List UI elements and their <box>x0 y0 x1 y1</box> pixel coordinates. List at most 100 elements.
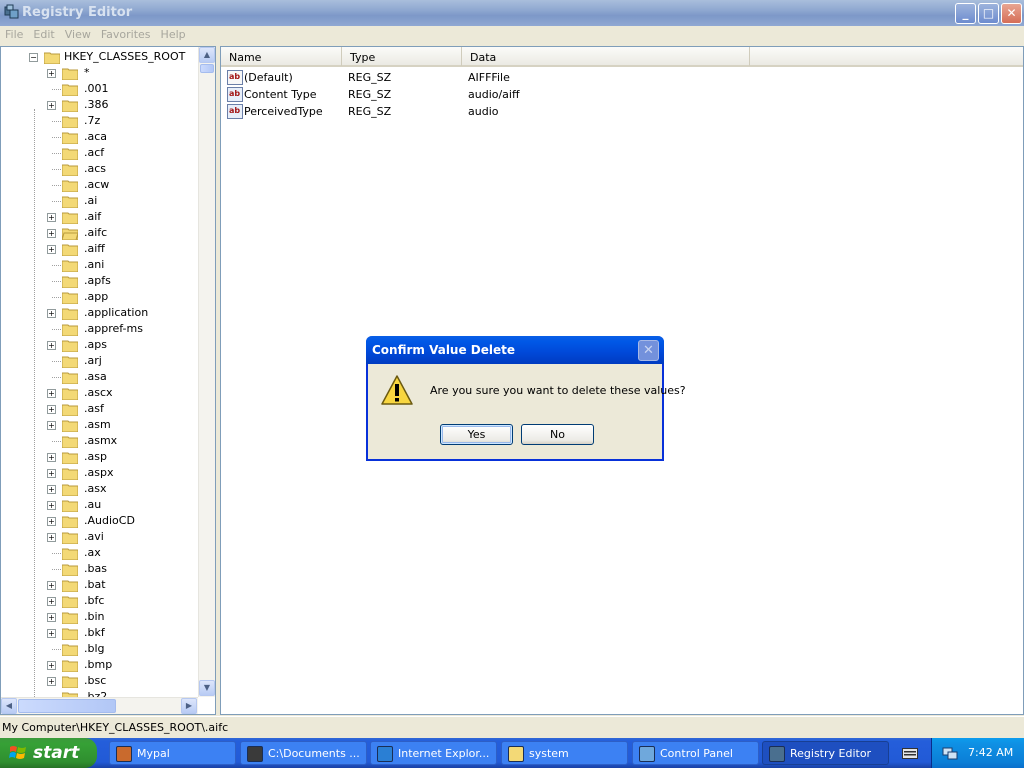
expand-icon[interactable]: + <box>47 629 56 638</box>
hscroll-thumb[interactable] <box>18 699 116 713</box>
start-button[interactable]: start <box>0 738 97 768</box>
expand-icon[interactable]: + <box>47 469 56 478</box>
taskbar-button[interactable]: Mypal <box>109 741 236 765</box>
tree-item[interactable]: + .asx <box>1 481 198 497</box>
tree-item[interactable]: .ani <box>1 257 198 273</box>
collapse-icon[interactable]: − <box>29 53 38 62</box>
tree-item[interactable]: + .asp <box>1 449 198 465</box>
expand-icon[interactable]: + <box>47 341 56 350</box>
tree-item[interactable]: .bas <box>1 561 198 577</box>
tree-item[interactable]: .7z <box>1 113 198 129</box>
tree-item[interactable]: + .bsc <box>1 673 198 689</box>
tree-item[interactable]: + .au <box>1 497 198 513</box>
column-header-data[interactable]: Data <box>462 47 750 66</box>
tree-item[interactable]: .app <box>1 289 198 305</box>
close-button[interactable]: ✕ <box>1001 3 1022 24</box>
tree-item[interactable]: + .aif <box>1 209 198 225</box>
scroll-up-icon[interactable]: ▲ <box>199 47 215 63</box>
expand-icon[interactable]: + <box>47 597 56 606</box>
tree-item[interactable]: + .bfc <box>1 593 198 609</box>
tree-item[interactable]: + * <box>1 65 198 81</box>
tree-item[interactable]: + .asf <box>1 401 198 417</box>
tree-item[interactable]: .bz2 <box>1 689 198 697</box>
tree-item[interactable]: .ax <box>1 545 198 561</box>
menu-edit[interactable]: Edit <box>28 26 59 41</box>
scroll-left-icon[interactable]: ◀ <box>1 698 17 714</box>
tree-item[interactable]: + .aiff <box>1 241 198 257</box>
expand-icon[interactable]: + <box>47 581 56 590</box>
menu-file[interactable]: File <box>0 26 28 41</box>
expand-icon[interactable]: + <box>47 405 56 414</box>
tree-item[interactable]: + .AudioCD <box>1 513 198 529</box>
scroll-down-icon[interactable]: ▼ <box>199 680 215 696</box>
scroll-thumb[interactable] <box>200 64 214 73</box>
tree-item[interactable]: .aca <box>1 129 198 145</box>
tree-item[interactable]: + .application <box>1 305 198 321</box>
column-header-type[interactable]: Type <box>342 47 462 66</box>
tree-item[interactable]: + .bin <box>1 609 198 625</box>
tree-item[interactable]: .blg <box>1 641 198 657</box>
registry-tree[interactable]: − HKEY_CLASSES_ROOT + * .001 + .386.7z .aca .a… <box>0 46 216 715</box>
tree-item[interactable]: + .asm <box>1 417 198 433</box>
value-row[interactable]: ab Content Type REG_SZ audio/aiff <box>221 86 1021 103</box>
expand-icon[interactable]: + <box>47 309 56 318</box>
value-row[interactable]: ab (Default) REG_SZ AIFFFile <box>221 69 1021 86</box>
tree-item[interactable]: + .bat <box>1 577 198 593</box>
menu-help[interactable]: Help <box>156 26 191 41</box>
tree-item[interactable]: .apfs <box>1 273 198 289</box>
tree-item[interactable]: .asa <box>1 369 198 385</box>
expand-icon[interactable]: + <box>47 69 56 78</box>
taskbar-button[interactable]: Internet Explor... <box>370 741 497 765</box>
tree-vertical-scrollbar[interactable]: ▲ ▼ <box>198 47 215 697</box>
dialog-title-bar[interactable]: Confirm Value Delete ✕ <box>366 336 664 364</box>
tree-horizontal-scrollbar[interactable]: ◀ ▶ <box>1 697 198 714</box>
column-header-name[interactable]: Name <box>221 47 342 66</box>
expand-icon[interactable]: + <box>47 517 56 526</box>
minimize-button[interactable]: _ <box>955 3 976 24</box>
expand-icon[interactable]: + <box>47 485 56 494</box>
taskbar-button[interactable]: Control Panel <box>632 741 759 765</box>
tree-item[interactable]: + .bkf <box>1 625 198 641</box>
tree-item[interactable]: + .aps <box>1 337 198 353</box>
expand-icon[interactable]: + <box>47 613 56 622</box>
value-row[interactable]: ab PerceivedType REG_SZ audio <box>221 103 1021 120</box>
expand-icon[interactable]: + <box>47 213 56 222</box>
expand-icon[interactable]: + <box>47 533 56 542</box>
network-icon[interactable] <box>942 745 958 761</box>
expand-icon[interactable]: + <box>47 453 56 462</box>
tree-item[interactable]: .acw <box>1 177 198 193</box>
expand-icon[interactable]: + <box>47 677 56 686</box>
expand-icon[interactable]: + <box>47 661 56 670</box>
scroll-right-icon[interactable]: ▶ <box>181 698 197 714</box>
tree-item[interactable]: .acf <box>1 145 198 161</box>
taskbar-button[interactable]: Registry Editor <box>762 741 889 765</box>
tree-item[interactable]: .001 <box>1 81 198 97</box>
tree-item[interactable]: .ai <box>1 193 198 209</box>
title-bar[interactable]: Registry Editor _ □ ✕ <box>0 0 1024 26</box>
tree-item[interactable]: .appref-ms <box>1 321 198 337</box>
yes-button[interactable]: Yes <box>440 424 513 445</box>
clock[interactable]: 7:42 AM <box>968 746 1013 759</box>
menu-favorites[interactable]: Favorites <box>96 26 156 41</box>
expand-icon[interactable]: + <box>47 501 56 510</box>
expand-icon[interactable]: + <box>47 101 56 110</box>
maximize-button[interactable]: □ <box>978 3 999 24</box>
tree-item[interactable]: + .ascx <box>1 385 198 401</box>
keyboard-icon[interactable] <box>902 746 918 760</box>
tree-item[interactable]: + .bmp <box>1 657 198 673</box>
expand-icon[interactable]: + <box>47 245 56 254</box>
no-button[interactable]: No <box>521 424 594 445</box>
expand-icon[interactable]: + <box>47 421 56 430</box>
menu-view[interactable]: View <box>60 26 96 41</box>
tree-item[interactable]: + .aspx <box>1 465 198 481</box>
tree-item[interactable]: + .aifc <box>1 225 198 241</box>
expand-icon[interactable]: + <box>47 229 56 238</box>
tree-item[interactable]: .asmx <box>1 433 198 449</box>
tree-item[interactable]: + .avi <box>1 529 198 545</box>
tree-item[interactable]: .arj <box>1 353 198 369</box>
tree-root-item[interactable]: − HKEY_CLASSES_ROOT <box>1 49 198 65</box>
tree-item[interactable]: + .386 <box>1 97 198 113</box>
expand-icon[interactable]: + <box>47 389 56 398</box>
taskbar-button[interactable]: C:\Documents ... <box>240 741 367 765</box>
taskbar-button[interactable]: system <box>501 741 628 765</box>
